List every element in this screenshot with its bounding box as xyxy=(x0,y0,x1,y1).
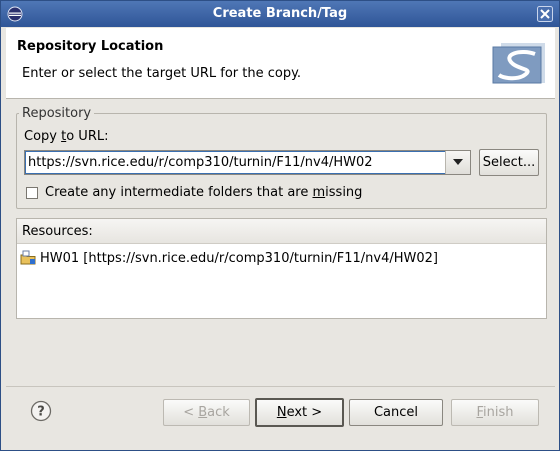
repository-group-label: Repository xyxy=(19,106,95,121)
back-button[interactable]: < Back xyxy=(163,399,250,426)
close-icon[interactable] xyxy=(537,6,553,22)
url-input[interactable] xyxy=(28,153,443,172)
window-title: Create Branch/Tag xyxy=(212,6,348,21)
resource-label: HW01 [https://svn.rice.edu/r/comp310/tur… xyxy=(40,251,438,266)
project-folder-icon xyxy=(20,250,36,265)
create-intermediate-folders-label[interactable]: Create any intermediate folders that are… xyxy=(45,185,362,200)
finish-button[interactable]: Finish xyxy=(451,399,539,426)
wizard-header: Repository Location Enter or select the … xyxy=(6,28,555,99)
resources-header: Resources: xyxy=(17,219,546,244)
page-description: Enter or select the target URL for the c… xyxy=(22,66,302,81)
button-bar-divider xyxy=(6,386,555,387)
next-button[interactable]: Next > xyxy=(255,398,344,427)
cancel-button[interactable]: Cancel xyxy=(349,399,443,426)
chevron-down-icon xyxy=(453,159,463,165)
resources-list: Resources: HW01 [https://svn.rice.edu/r/… xyxy=(16,218,547,319)
page-title: Repository Location xyxy=(17,39,164,54)
svg-text:?: ? xyxy=(37,405,45,420)
url-dropdown-button[interactable] xyxy=(445,151,470,174)
select-button[interactable]: Select... xyxy=(479,149,539,176)
subversion-logo-icon xyxy=(492,43,545,84)
title-bar[interactable]: Create Branch/Tag xyxy=(1,1,559,27)
create-branch-tag-dialog: Create Branch/Tag Repository Location En… xyxy=(0,0,560,451)
url-combo[interactable] xyxy=(24,150,471,175)
copy-to-url-label: Copy to URL: xyxy=(24,129,109,144)
create-intermediate-folders-checkbox[interactable] xyxy=(26,187,38,199)
help-icon[interactable]: ? xyxy=(30,400,52,422)
